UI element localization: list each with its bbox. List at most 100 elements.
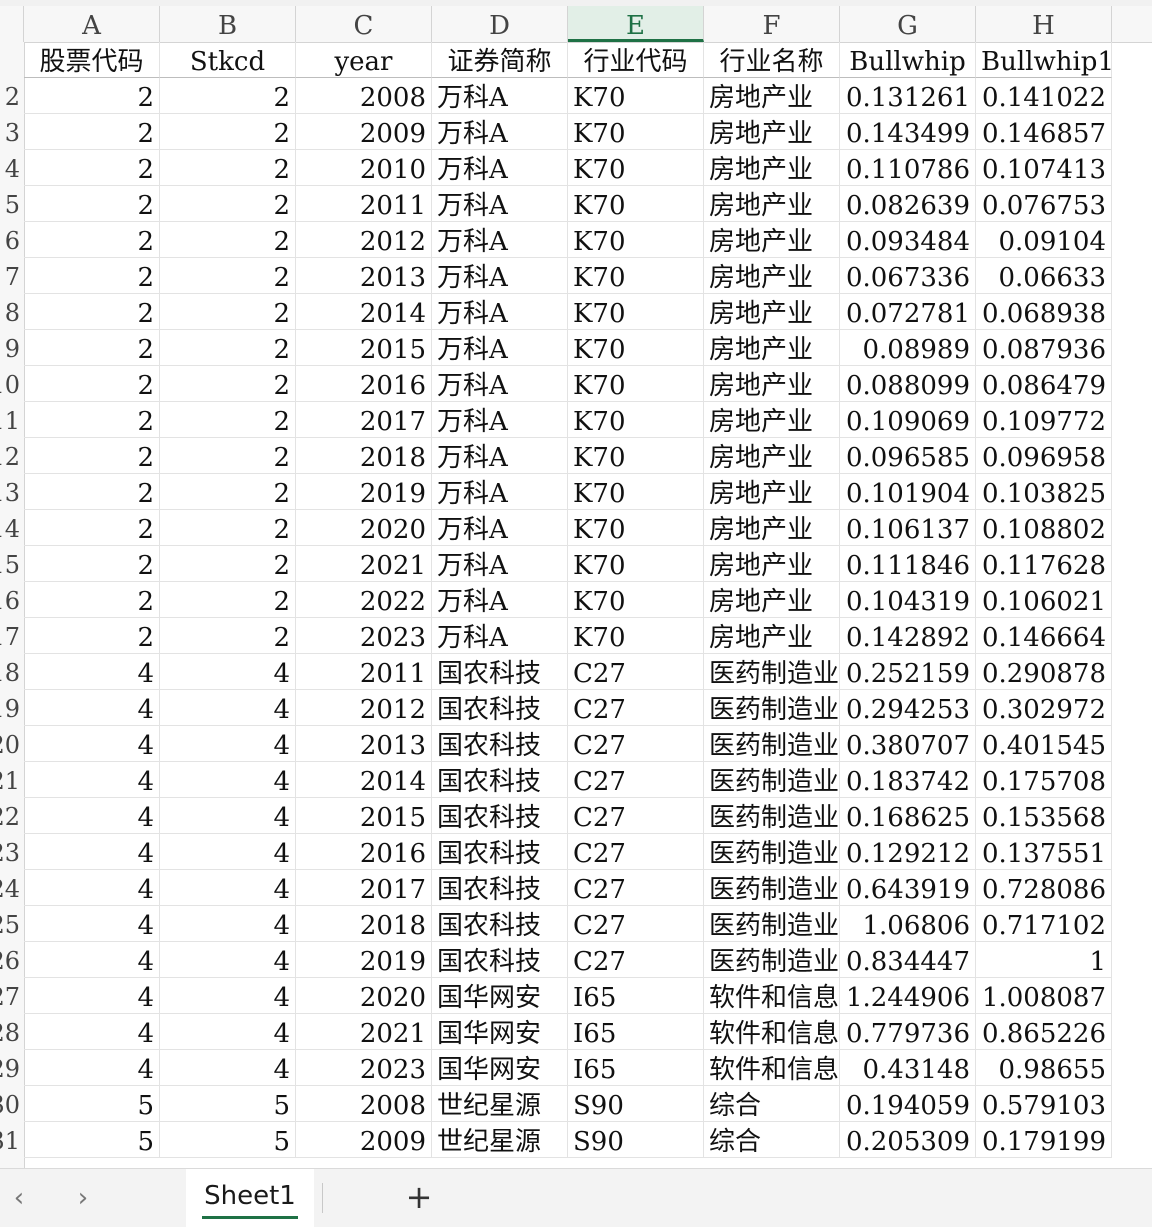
table-cell[interactable]: 1.008087 bbox=[976, 978, 1112, 1014]
table-cell[interactable]: 国农科技 bbox=[432, 726, 568, 762]
row-number[interactable]: 25 bbox=[0, 906, 20, 942]
table-cell[interactable]: 0.194059 bbox=[840, 1086, 976, 1122]
table-cell[interactable]: 2015 bbox=[296, 330, 432, 366]
select-all-corner[interactable] bbox=[0, 6, 24, 42]
table-cell[interactable]: 房地产业 bbox=[704, 114, 840, 150]
table-cell[interactable]: 2008 bbox=[296, 1086, 432, 1122]
table-cell[interactable]: 房地产业 bbox=[704, 78, 840, 114]
table-cell[interactable]: 0.103825 bbox=[976, 474, 1112, 510]
table-cell[interactable]: 0.205309 bbox=[840, 1122, 976, 1158]
table-cell[interactable]: 4 bbox=[160, 834, 296, 870]
table-cell[interactable]: 2008 bbox=[296, 78, 432, 114]
table-cell[interactable]: 国农科技 bbox=[432, 798, 568, 834]
table-cell[interactable]: C27 bbox=[568, 906, 704, 942]
row-number[interactable]: 9 bbox=[5, 330, 20, 366]
column-header-d[interactable]: D bbox=[432, 6, 568, 42]
table-cell[interactable]: K70 bbox=[568, 78, 704, 114]
table-cell[interactable]: 4 bbox=[24, 1014, 160, 1050]
table-cell[interactable]: 0.09104 bbox=[976, 222, 1112, 258]
table-cell[interactable]: 国农科技 bbox=[432, 834, 568, 870]
table-cell[interactable]: 0.142892 bbox=[840, 618, 976, 654]
column-header-e[interactable]: E bbox=[568, 6, 704, 42]
table-cell[interactable]: 2 bbox=[24, 186, 160, 222]
table-cell[interactable]: I65 bbox=[568, 978, 704, 1014]
table-cell[interactable]: 综合 bbox=[704, 1122, 840, 1158]
table-cell[interactable]: 2015 bbox=[296, 798, 432, 834]
row-number[interactable]: 26 bbox=[0, 942, 20, 978]
table-cell[interactable]: 医药制造业 bbox=[704, 834, 840, 870]
table-cell[interactable]: 万科A bbox=[432, 78, 568, 114]
table-cell[interactable]: K70 bbox=[568, 366, 704, 402]
table-cell[interactable]: 2021 bbox=[296, 546, 432, 582]
table-cell[interactable]: K70 bbox=[568, 150, 704, 186]
table-cell[interactable]: 2010 bbox=[296, 150, 432, 186]
table-cell[interactable]: 4 bbox=[24, 906, 160, 942]
table-cell[interactable]: 1 bbox=[976, 942, 1112, 978]
table-cell[interactable]: 医药制造业 bbox=[704, 798, 840, 834]
column-header-b[interactable]: B bbox=[160, 6, 296, 42]
table-cell[interactable]: 0.153568 bbox=[976, 798, 1112, 834]
table-cell[interactable]: 2009 bbox=[296, 114, 432, 150]
add-sheet-icon[interactable]: + bbox=[404, 1181, 434, 1213]
table-cell[interactable]: 0.643919 bbox=[840, 870, 976, 906]
table-cell[interactable]: 2014 bbox=[296, 762, 432, 798]
table-cell[interactable]: 2 bbox=[160, 78, 296, 114]
table-cell[interactable]: C27 bbox=[568, 834, 704, 870]
table-cell[interactable]: 房地产业 bbox=[704, 438, 840, 474]
row-number[interactable]: 30 bbox=[0, 1086, 20, 1122]
table-cell[interactable]: 软件和信息 bbox=[704, 1050, 840, 1086]
table-cell[interactable]: 0.111846 bbox=[840, 546, 976, 582]
table-cell[interactable]: 1.244906 bbox=[840, 978, 976, 1014]
table-cell[interactable]: 2 bbox=[24, 366, 160, 402]
table-cell[interactable]: 2018 bbox=[296, 906, 432, 942]
table-cell[interactable]: 软件和信息 bbox=[704, 978, 840, 1014]
table-cell[interactable]: S90 bbox=[568, 1086, 704, 1122]
row-number[interactable]: 20 bbox=[0, 726, 20, 762]
table-cell[interactable]: 2 bbox=[24, 510, 160, 546]
row-number[interactable]: 10 bbox=[0, 366, 20, 402]
table-cell[interactable]: 万科A bbox=[432, 546, 568, 582]
table-cell[interactable]: 软件和信息 bbox=[704, 1014, 840, 1050]
table-cell[interactable]: K70 bbox=[568, 186, 704, 222]
table-cell[interactable]: 0.108802 bbox=[976, 510, 1112, 546]
table-cell[interactable]: 5 bbox=[24, 1086, 160, 1122]
table-cell[interactable]: 0.728086 bbox=[976, 870, 1112, 906]
table-cell[interactable]: 万科A bbox=[432, 402, 568, 438]
table-cell[interactable]: 国华网安 bbox=[432, 1050, 568, 1086]
table-cell[interactable]: 房地产业 bbox=[704, 402, 840, 438]
table-cell[interactable]: 4 bbox=[160, 690, 296, 726]
table-cell[interactable]: 医药制造业 bbox=[704, 870, 840, 906]
table-cell[interactable]: 0.107413 bbox=[976, 150, 1112, 186]
table-cell[interactable]: 2 bbox=[24, 546, 160, 582]
table-cell[interactable]: 4 bbox=[160, 654, 296, 690]
table-cell[interactable]: 0.072781 bbox=[840, 294, 976, 330]
row-number[interactable]: 28 bbox=[0, 1014, 20, 1050]
table-cell[interactable]: 0.179199 bbox=[976, 1122, 1112, 1158]
table-cell[interactable]: 2022 bbox=[296, 582, 432, 618]
table-cell[interactable]: 房地产业 bbox=[704, 510, 840, 546]
table-cell[interactable]: 4 bbox=[160, 798, 296, 834]
table-cell[interactable]: 2013 bbox=[296, 726, 432, 762]
row-number[interactable]: 4 bbox=[5, 150, 20, 186]
table-cell[interactable]: 0.380707 bbox=[840, 726, 976, 762]
table-cell[interactable]: 医药制造业 bbox=[704, 942, 840, 978]
table-cell[interactable]: 万科A bbox=[432, 618, 568, 654]
row-number[interactable]: 7 bbox=[5, 258, 20, 294]
table-cell[interactable]: C27 bbox=[568, 942, 704, 978]
table-cell[interactable]: I65 bbox=[568, 1014, 704, 1050]
table-cell[interactable]: 房地产业 bbox=[704, 186, 840, 222]
table-cell[interactable]: 4 bbox=[160, 726, 296, 762]
table-cell[interactable]: 世纪星源 bbox=[432, 1086, 568, 1122]
table-cell[interactable]: 2 bbox=[160, 366, 296, 402]
table-cell[interactable]: 5 bbox=[160, 1086, 296, 1122]
table-cell[interactable]: 0.131261 bbox=[840, 78, 976, 114]
table-cell[interactable]: K70 bbox=[568, 510, 704, 546]
row-number[interactable]: 14 bbox=[0, 510, 20, 546]
table-cell[interactable]: 万科A bbox=[432, 150, 568, 186]
table-cell[interactable]: 0.183742 bbox=[840, 762, 976, 798]
table-cell[interactable]: 房地产业 bbox=[704, 474, 840, 510]
row-number[interactable]: 29 bbox=[0, 1050, 20, 1086]
table-cell[interactable]: 2021 bbox=[296, 1014, 432, 1050]
table-cell[interactable]: 0.779736 bbox=[840, 1014, 976, 1050]
table-cell[interactable]: 2 bbox=[160, 186, 296, 222]
